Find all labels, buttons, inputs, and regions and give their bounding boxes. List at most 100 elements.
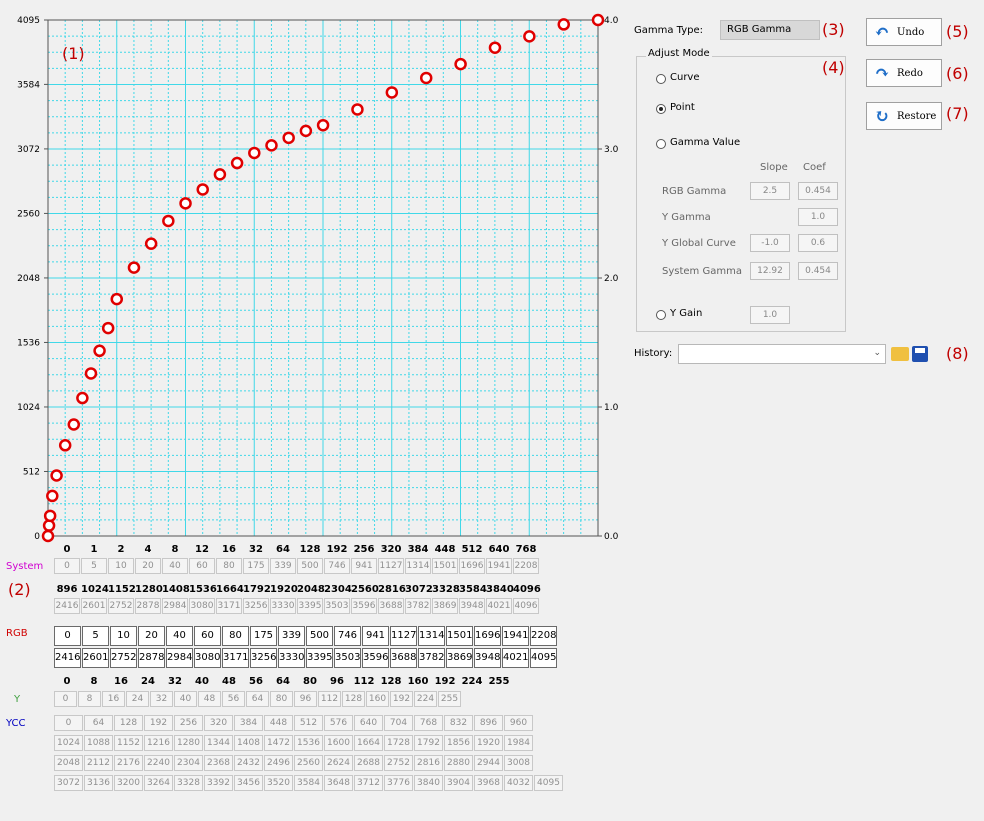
curve-point[interactable] — [162, 214, 175, 228]
value-cell[interactable]: 80 — [222, 626, 249, 646]
value-cell[interactable]: 175 — [250, 626, 277, 646]
curve-point[interactable] — [265, 139, 278, 152]
radio-curve[interactable] — [656, 74, 666, 84]
curve-point[interactable] — [248, 146, 261, 160]
value-cell[interactable]: 2601 — [81, 598, 107, 614]
value-cell[interactable]: 3171 — [222, 648, 249, 668]
value-cell[interactable]: 2432 — [234, 755, 263, 771]
value-cell[interactable]: 3596 — [362, 648, 389, 668]
value-cell[interactable]: 3712 — [354, 775, 383, 791]
restore-button[interactable]: ↻ Restore — [866, 102, 942, 130]
value-cell[interactable]: 4032 — [504, 775, 533, 791]
radio-point-label[interactable]: Point — [670, 102, 695, 113]
value-cell[interactable]: 500 — [306, 626, 333, 646]
value-cell[interactable]: 1472 — [264, 735, 293, 751]
value-cell[interactable]: 3200 — [114, 775, 143, 791]
curve-point[interactable] — [213, 168, 227, 181]
value-cell[interactable]: 3328 — [174, 775, 203, 791]
value-cell[interactable]: 3392 — [204, 775, 233, 791]
value-cell[interactable]: 1728 — [384, 735, 413, 751]
value-cell[interactable]: 4095 — [530, 648, 557, 668]
value-cell[interactable]: 1984 — [504, 735, 533, 751]
value-cell[interactable]: 2560 — [294, 755, 323, 771]
value-cell[interactable]: 2416 — [54, 598, 80, 614]
value-cell[interactable]: 4021 — [486, 598, 512, 614]
radio-y-gain-label[interactable]: Y Gain — [670, 308, 702, 319]
curve-point[interactable] — [523, 30, 536, 43]
value-cell[interactable]: 192 — [144, 715, 173, 731]
value-cell[interactable]: 3330 — [278, 648, 305, 668]
value-cell[interactable]: 640 — [354, 715, 383, 731]
value-cell[interactable]: 4095 — [534, 775, 563, 791]
value-cell[interactable]: 56 — [222, 691, 245, 707]
value-cell[interactable]: 10 — [110, 626, 137, 646]
curve-point[interactable] — [454, 57, 467, 71]
value-cell[interactable]: 3584 — [294, 775, 323, 791]
save-icon[interactable] — [912, 346, 928, 362]
value-cell[interactable]: 192 — [390, 691, 413, 707]
value-cell[interactable]: 2752 — [108, 598, 134, 614]
value-cell[interactable]: 339 — [270, 558, 296, 574]
value-cell[interactable]: 3648 — [324, 775, 353, 791]
value-cell[interactable]: 448 — [264, 715, 293, 731]
value-cell[interactable]: 3395 — [297, 598, 323, 614]
value-cell[interactable]: 1216 — [144, 735, 173, 751]
radio-curve-label[interactable]: Curve — [670, 72, 700, 83]
undo-button[interactable]: ↶ Undo — [866, 18, 942, 46]
value-cell[interactable]: 746 — [324, 558, 350, 574]
curve-point[interactable] — [76, 391, 89, 405]
curve-point[interactable] — [58, 439, 72, 452]
value-cell[interactable]: 0 — [54, 626, 81, 646]
value-cell[interactable]: 1920 — [474, 735, 503, 751]
value-cell[interactable]: 1152 — [114, 735, 143, 751]
value-cell[interactable]: 576 — [324, 715, 353, 731]
value-cell[interactable]: 1536 — [294, 735, 323, 751]
radio-y-gain[interactable] — [656, 310, 666, 320]
value-cell[interactable]: 60 — [189, 558, 215, 574]
value-cell[interactable]: 2816 — [414, 755, 443, 771]
value-cell[interactable]: 48 — [198, 691, 221, 707]
y-global-curve-slope[interactable]: -1.0 — [750, 234, 790, 252]
value-cell[interactable]: 2240 — [144, 755, 173, 771]
value-cell[interactable]: 3072 — [54, 775, 83, 791]
value-cell[interactable]: 3256 — [243, 598, 269, 614]
curve-point[interactable] — [488, 41, 502, 54]
value-cell[interactable]: 10 — [108, 558, 134, 574]
value-cell[interactable]: 4096 — [513, 598, 539, 614]
folder-open-icon[interactable] — [891, 347, 909, 361]
value-cell[interactable]: 1024 — [54, 735, 83, 751]
value-cell[interactable]: 384 — [234, 715, 263, 731]
value-cell[interactable]: 1501 — [446, 626, 473, 646]
value-cell[interactable]: 3782 — [405, 598, 431, 614]
value-cell[interactable]: 2112 — [84, 755, 113, 771]
value-cell[interactable]: 941 — [351, 558, 377, 574]
curve-point[interactable] — [67, 418, 81, 431]
value-cell[interactable]: 1856 — [444, 735, 473, 751]
value-cell[interactable]: 941 — [362, 626, 389, 646]
value-cell[interactable]: 5 — [81, 558, 107, 574]
value-cell[interactable]: 2878 — [135, 598, 161, 614]
curve-point[interactable] — [41, 529, 55, 543]
curve-point[interactable] — [110, 292, 124, 306]
value-cell[interactable]: 3904 — [444, 775, 473, 791]
value-cell[interactable]: 64 — [246, 691, 269, 707]
value-cell[interactable]: 3395 — [306, 648, 333, 668]
value-cell[interactable]: 1600 — [324, 735, 353, 751]
y-gain-field[interactable]: 1.0 — [750, 306, 790, 324]
value-cell[interactable]: 64 — [84, 715, 113, 731]
chevron-down-icon[interactable]: ⌄ — [873, 348, 881, 358]
radio-point[interactable] — [656, 104, 666, 114]
value-cell[interactable]: 3948 — [474, 648, 501, 668]
value-cell[interactable]: 3869 — [446, 648, 473, 668]
value-cell[interactable]: 128 — [342, 691, 365, 707]
value-cell[interactable]: 3080 — [194, 648, 221, 668]
redo-button[interactable]: ↷ Redo — [866, 59, 942, 87]
curve-point[interactable] — [299, 124, 313, 138]
value-cell[interactable]: 5 — [82, 626, 109, 646]
value-cell[interactable]: 3008 — [504, 755, 533, 771]
value-cell[interactable]: 2368 — [204, 755, 233, 771]
value-cell[interactable]: 3136 — [84, 775, 113, 791]
value-cell[interactable]: 2880 — [444, 755, 473, 771]
value-cell[interactable]: 1696 — [459, 558, 485, 574]
value-cell[interactable]: 3171 — [216, 598, 242, 614]
